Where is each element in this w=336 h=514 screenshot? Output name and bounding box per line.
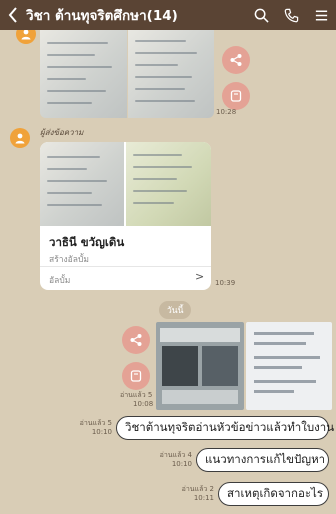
document-photo-right bbox=[128, 30, 214, 118]
date-divider: วันนี้ bbox=[159, 301, 192, 319]
read-receipt: อ่านแล้ว 5 bbox=[79, 419, 112, 427]
save-icon bbox=[230, 90, 242, 102]
message-bubble[interactable]: แนวทางการแก้ไขปัญหา bbox=[196, 448, 329, 472]
avatar[interactable] bbox=[16, 30, 36, 44]
message-time: 10:08 bbox=[133, 400, 154, 408]
album-photo-left bbox=[40, 142, 124, 226]
message-time: 10:10 bbox=[171, 460, 192, 468]
save-icon bbox=[130, 370, 142, 382]
sent-photo-right[interactable] bbox=[246, 322, 332, 410]
user-icon bbox=[21, 30, 31, 40]
back-button[interactable] bbox=[0, 0, 26, 30]
album-footer-label: อัลบั้ม bbox=[49, 276, 71, 286]
share-button[interactable] bbox=[122, 326, 150, 354]
message-bubble[interactable]: วิชาต้านทุจริตอ่านหัวข้อข่าวแล้วทำใบงาน bbox=[116, 416, 334, 440]
share-icon bbox=[230, 54, 242, 66]
message-bubble[interactable]: สาเหตุเกิดจากอะไร bbox=[218, 482, 329, 506]
message-time: 10:10 bbox=[91, 428, 112, 436]
album-card[interactable]: วาธินี ขวัญเดิน สร้างอัลบั้ม อัลบั้ม > bbox=[40, 142, 211, 290]
save-button[interactable] bbox=[222, 82, 250, 110]
search-icon bbox=[254, 8, 269, 23]
call-button[interactable] bbox=[276, 0, 306, 30]
read-receipt: อ่านแล้ว 2 bbox=[181, 485, 214, 493]
album-title: วาธินี ขวัญเดิน bbox=[49, 235, 125, 249]
received-photo[interactable] bbox=[40, 30, 214, 118]
sent-photo-left[interactable] bbox=[156, 322, 244, 410]
sender-name: ผู้ส่งข้อความ bbox=[40, 128, 84, 137]
search-button[interactable] bbox=[246, 0, 276, 30]
chat-title: วิชา ต้านทุจริตศึกษา(14) bbox=[26, 8, 178, 24]
chat-header: วิชา ต้านทุจริตศึกษา(14) bbox=[0, 0, 336, 30]
document-photo-left bbox=[40, 30, 127, 118]
avatar[interactable] bbox=[10, 128, 30, 148]
share-icon bbox=[130, 334, 142, 346]
user-icon bbox=[15, 133, 25, 144]
message-time: 10:28 bbox=[216, 108, 237, 116]
share-button[interactable] bbox=[222, 46, 250, 74]
menu-button[interactable] bbox=[306, 0, 336, 30]
menu-icon bbox=[315, 10, 327, 20]
message-time: 10:11 bbox=[193, 494, 214, 502]
save-button[interactable] bbox=[122, 362, 150, 390]
read-receipt: อ่านแล้ว 5 bbox=[120, 391, 153, 399]
album-photo-right bbox=[126, 142, 211, 226]
chat-area: 10:28 ผู้ส่งข้อความ วาธินี ขวัญเดิน สร้า… bbox=[0, 30, 336, 514]
chevron-left-icon bbox=[8, 7, 17, 23]
album-subtitle: สร้างอัลบั้ม bbox=[49, 255, 89, 265]
phone-icon bbox=[284, 8, 298, 22]
read-receipt: อ่านแล้ว 4 bbox=[159, 451, 192, 459]
album-divider bbox=[40, 266, 211, 267]
message-time: 10:39 bbox=[215, 279, 236, 287]
chevron-right-icon: > bbox=[195, 270, 205, 283]
